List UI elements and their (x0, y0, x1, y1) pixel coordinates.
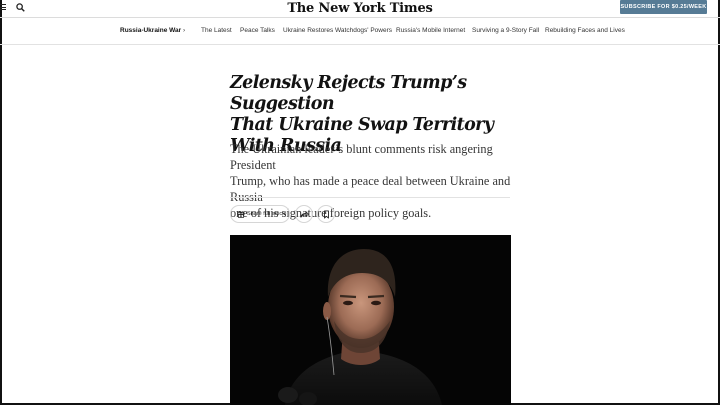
section-nav-item-latest[interactable]: The Latest (201, 27, 232, 34)
article-photo (230, 235, 511, 405)
section-nav: Russia-Ukraine War › The Latest Peace Ta… (0, 18, 720, 46)
portrait-silhouette (230, 235, 511, 405)
section-nav-main[interactable]: Russia-Ukraine War (120, 27, 181, 34)
share-full-article-label: Share full article (247, 211, 287, 217)
section-nav-item-peace-talks[interactable]: Peace Talks (240, 27, 275, 34)
share-button[interactable] (295, 205, 313, 223)
bookmark-icon (324, 210, 329, 219)
top-bar: The New York Times SUBSCRIBE FOR $0.25/W… (0, 0, 720, 16)
gift-icon (237, 211, 245, 218)
chevron-right-icon: › (183, 27, 186, 34)
share-arrow-icon (300, 211, 309, 218)
headline-line: That Ukraine Swap Territory (230, 115, 494, 135)
nav-divider (0, 44, 720, 45)
summary-divider (230, 197, 510, 198)
section-nav-item-rebuilding-faces[interactable]: Rebuilding Faces and Lives (545, 27, 625, 34)
share-full-article-button[interactable]: Share full article (230, 205, 290, 223)
summary-line: Trump, who has made a peace deal between… (230, 174, 511, 204)
save-button[interactable] (317, 205, 335, 223)
section-nav-item-mobile-internet[interactable]: Russia's Mobile Internet (396, 27, 465, 34)
section-nav-item-watchdogs[interactable]: Ukraine Restores Watchdogs' Powers (283, 27, 392, 34)
nyt-logo[interactable]: The New York Times (0, 1, 720, 16)
section-nav-item-nine-story-fall[interactable]: Surviving a 9-Story Fall (472, 27, 539, 34)
subscribe-button[interactable]: SUBSCRIBE FOR $0.25/WEEK (620, 0, 707, 14)
headline-line: Zelensky Rejects Trump’s Suggestion (230, 73, 467, 114)
summary-line: The Ukrainian leader’s blunt comments ri… (230, 142, 493, 172)
